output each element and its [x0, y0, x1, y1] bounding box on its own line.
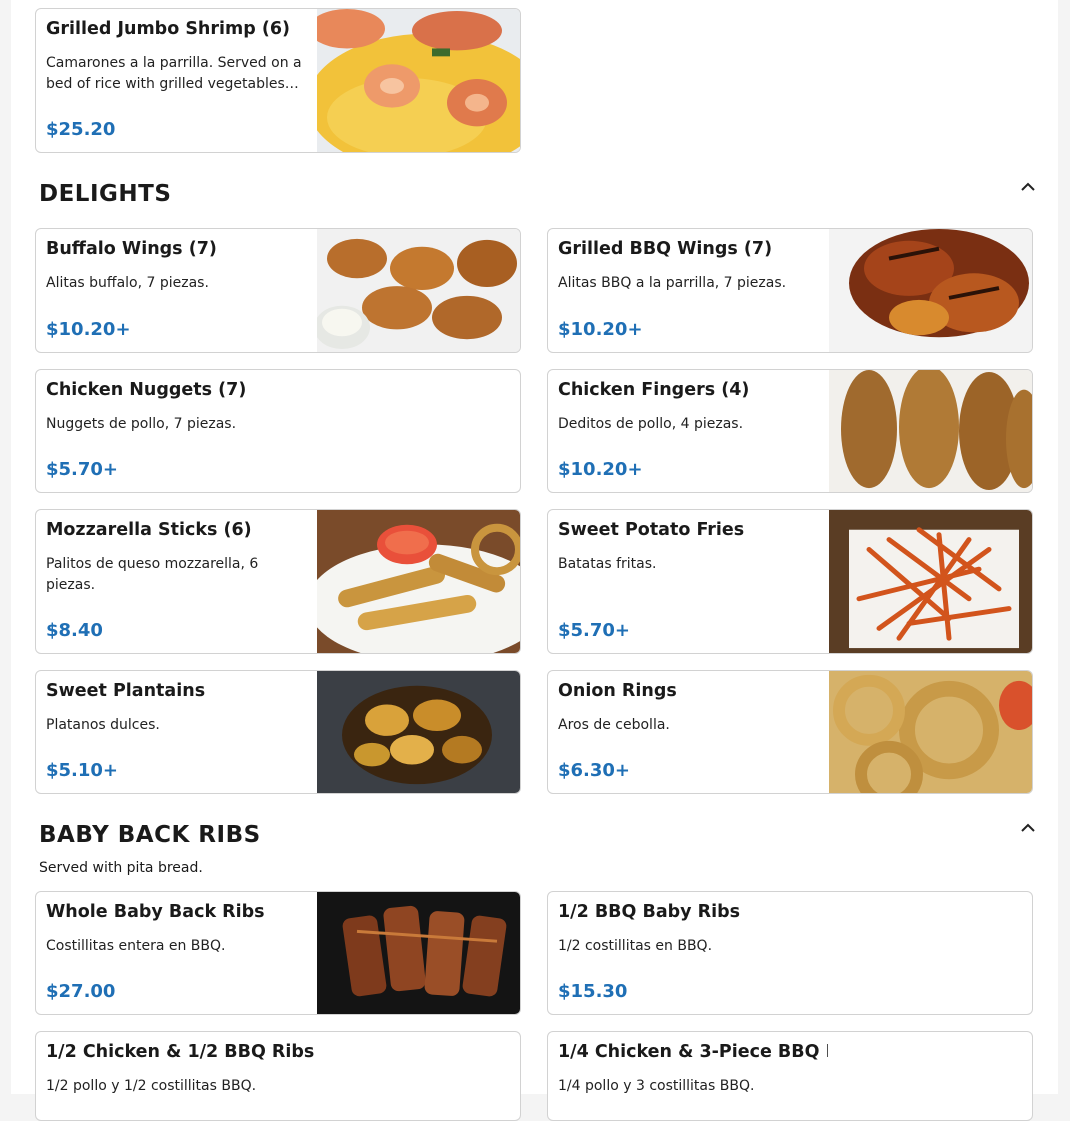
- ribs-photo: [317, 892, 520, 1014]
- item-title: 1/4 Chicken & 3-Piece BBQ Ribs: [558, 1042, 828, 1062]
- item-price: $10.20+: [46, 319, 131, 340]
- item-title: Chicken Fingers (4): [558, 380, 750, 400]
- item-description: Camarones a la parrilla. Served on a bed…: [46, 55, 302, 92]
- item-description: Aros de cebolla.: [558, 717, 670, 733]
- item-title: Grilled BBQ Wings (7): [558, 239, 773, 259]
- menu-item-card[interactable]: Sweet Potato Fries Batatas fritas. $5.70…: [547, 509, 1033, 654]
- item-price: $15.30: [558, 981, 628, 1002]
- item-description: Palitos de queso mozzarella, 6 piezas.: [46, 556, 259, 593]
- item-title: Chicken Nuggets (7): [46, 380, 247, 400]
- item-title: Sweet Potato Fries: [558, 520, 745, 540]
- menu-item-card[interactable]: Sweet Plantains Platanos dulces. $5.10+: [35, 670, 521, 794]
- item-price: $25.20: [46, 119, 116, 140]
- chevron-up-icon[interactable]: [1016, 175, 1040, 199]
- item-title: Onion Rings: [558, 681, 677, 701]
- item-price: $8.40: [46, 620, 103, 641]
- item-title: Mozzarella Sticks (6): [46, 520, 252, 540]
- item-price: $6.30+: [558, 760, 631, 781]
- item-price: $5.70+: [46, 459, 119, 480]
- item-price: $27.00: [46, 981, 116, 1002]
- mozzarella-photo: [317, 510, 520, 653]
- menu-item-card[interactable]: 1/2 Chicken & 1/2 BBQ Ribs 1/2 pollo y 1…: [35, 1031, 521, 1121]
- item-description: Deditos de pollo, 4 piezas.: [558, 416, 744, 432]
- item-price: $10.20+: [558, 459, 643, 480]
- bbq-wings-photo: [829, 229, 1032, 352]
- item-description: Costillitas entera en BBQ.: [46, 938, 226, 954]
- menu-item-card[interactable]: Chicken Nuggets (7) Nuggets de pollo, 7 …: [35, 369, 521, 493]
- section-title-ribs: BABY BACK RIBS: [39, 822, 261, 848]
- section-title-delights: DELIGHTS: [39, 181, 172, 207]
- item-description: Batatas fritas.: [558, 556, 657, 572]
- item-description: Platanos dulces.: [46, 717, 160, 733]
- menu-item-card[interactable]: Chicken Fingers (4) Deditos de pollo, 4 …: [547, 369, 1033, 493]
- item-title: 1/2 Chicken & 1/2 BBQ Ribs: [46, 1042, 315, 1062]
- fries-photo: [829, 510, 1032, 653]
- item-title: Whole Baby Back Ribs: [46, 902, 265, 922]
- item-price: $10.20+: [558, 319, 643, 340]
- menu-item-card[interactable]: Mozzarella Sticks (6) Palitos de queso m…: [35, 509, 521, 654]
- chevron-up-icon[interactable]: [1016, 816, 1040, 840]
- item-title: Sweet Plantains: [46, 681, 206, 701]
- menu-item-card[interactable]: Grilled BBQ Wings (7) Alitas BBQ a la pa…: [547, 228, 1033, 353]
- plantains-photo: [317, 671, 520, 793]
- item-title: Grilled Jumbo Shrimp (6): [46, 19, 291, 39]
- item-title: Buffalo Wings (7): [46, 239, 217, 259]
- shrimp-photo: [317, 9, 520, 152]
- menu-item-card[interactable]: Onion Rings Aros de cebolla. $6.30+: [547, 670, 1033, 794]
- menu-item-card[interactable]: 1/2 BBQ Baby Ribs 1/2 costillitas en BBQ…: [547, 891, 1033, 1015]
- item-description: Alitas BBQ a la parrilla, 7 piezas.: [558, 275, 787, 291]
- item-price: $5.10+: [46, 760, 119, 781]
- fingers-photo: [829, 370, 1032, 492]
- menu-item-card[interactable]: Whole Baby Back Ribs Costillitas entera …: [35, 891, 521, 1015]
- menu-item-card[interactable]: Grilled Jumbo Shrimp (6) Camarones a la …: [35, 8, 521, 153]
- item-description: Alitas buffalo, 7 piezas.: [46, 275, 209, 291]
- menu-item-card[interactable]: 1/4 Chicken & 3-Piece BBQ Ribs 1/4 pollo…: [547, 1031, 1033, 1121]
- section-subtitle: Served with pita bread.: [39, 860, 203, 876]
- menu-page: Grilled Jumbo Shrimp (6) Camarones a la …: [11, 0, 1058, 1121]
- item-price: $5.70+: [558, 620, 631, 641]
- onion-rings-photo: [829, 671, 1032, 793]
- item-description: Nuggets de pollo, 7 piezas.: [46, 416, 237, 432]
- wings-photo: [317, 229, 520, 352]
- item-title: 1/2 BBQ Baby Ribs: [558, 902, 741, 922]
- menu-item-card[interactable]: Buffalo Wings (7) Alitas buffalo, 7 piez…: [35, 228, 521, 353]
- item-description: 1/2 costillitas en BBQ.: [558, 938, 713, 954]
